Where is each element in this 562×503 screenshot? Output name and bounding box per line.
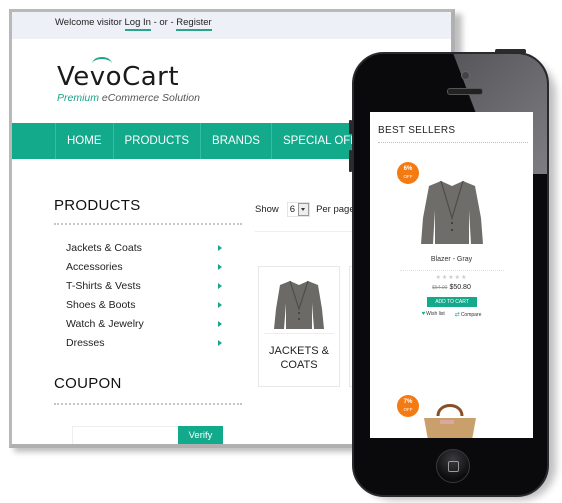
nav-home[interactable]: HOME xyxy=(56,123,114,159)
compare-link[interactable]: ⇄Compare xyxy=(455,311,482,318)
arrow-right-icon xyxy=(218,339,222,346)
phone-screen: BEST SELLERS 6% OFF Blazer - Gray ★★★★★ … xyxy=(370,112,533,438)
coupon-code-input[interactable] xyxy=(72,426,183,444)
login-link[interactable]: Log In xyxy=(124,17,151,31)
category-card-jackets-coats[interactable]: JACKETS & COATS xyxy=(258,266,340,387)
verify-coupon-button[interactable]: Verify xyxy=(178,426,223,444)
category-item-shoes-boots[interactable]: Shoes & Boots xyxy=(66,295,226,314)
product-prices: $54.00 $50.80 xyxy=(370,284,533,291)
wishlist-link[interactable]: ♥Wish list xyxy=(422,311,445,318)
logo-wordmark: VevoCart xyxy=(57,57,180,92)
original-price: $54.00 xyxy=(432,285,448,291)
category-item-watch-jewelry[interactable]: Watch & Jewelry xyxy=(66,314,226,333)
vevocart-logo[interactable]: VevoCart Premium eCommerce Solution xyxy=(57,57,200,104)
arrow-right-icon xyxy=(218,282,222,289)
register-link[interactable]: Register xyxy=(176,17,212,31)
category-item-jackets-coats[interactable]: Jackets & Coats xyxy=(66,238,226,257)
front-camera-icon xyxy=(461,71,470,80)
category-item-dresses[interactable]: Dresses xyxy=(66,333,226,352)
product-name[interactable]: Blazer - Gray xyxy=(370,256,533,263)
add-to-cart-button[interactable]: ADD TO CART xyxy=(427,297,477,307)
or-text: - or - xyxy=(150,17,177,28)
discount-badge: 6% OFF xyxy=(397,162,419,184)
product-divider xyxy=(400,270,504,271)
dropdown-arrow-icon xyxy=(298,203,310,216)
arrow-right-icon xyxy=(218,263,222,270)
best-sellers-divider xyxy=(378,142,528,143)
handbag-image[interactable] xyxy=(420,400,480,438)
arrow-right-icon xyxy=(218,244,222,251)
best-sellers-title: BEST SELLERS xyxy=(378,125,456,136)
phone-home-button[interactable] xyxy=(436,449,470,483)
coupon-title-divider xyxy=(54,403,242,405)
sale-price: $50.80 xyxy=(449,284,471,291)
arrow-right-icon xyxy=(218,320,222,327)
welcome-text: Welcome visitor xyxy=(55,17,122,28)
category-item-tshirts-vests[interactable]: T-Shirts & Vests xyxy=(66,276,226,295)
mobile-phone-frame: BEST SELLERS 6% OFF Blazer - Gray ★★★★★ … xyxy=(352,52,549,497)
discount-badge: 7% OFF xyxy=(397,395,419,417)
logo-tagline: Premium eCommerce Solution xyxy=(57,92,200,104)
top-welcome-bar: Welcome visitor Log In - or - Register xyxy=(12,12,451,39)
product-actions: ♥Wish list ⇄Compare xyxy=(370,311,533,318)
per-page-select[interactable]: 6 xyxy=(286,202,311,217)
products-title-divider xyxy=(54,223,242,225)
nav-products[interactable]: PRODUCTS xyxy=(114,123,202,159)
earpiece-speaker xyxy=(447,88,483,95)
category-card-label: JACKETS & COATS xyxy=(269,345,329,371)
jacket-image xyxy=(274,280,324,329)
per-page-control: Show 6 Per pages xyxy=(255,202,359,217)
card-divider xyxy=(264,333,334,334)
nav-brands[interactable]: BRANDS xyxy=(201,123,272,159)
coupon-title: COUPON xyxy=(54,375,122,392)
products-sidebar-title: PRODUCTS xyxy=(54,197,141,214)
toolbar-divider xyxy=(255,231,365,232)
category-item-accessories[interactable]: Accessories xyxy=(66,257,226,276)
heart-icon: ♥ xyxy=(421,311,426,317)
category-list: Jackets & Coats Accessories T-Shirts & V… xyxy=(66,238,226,352)
shuffle-compare-icon: ⇄ xyxy=(454,312,460,318)
arrow-right-icon xyxy=(218,301,222,308)
logo-swoosh-icon: v xyxy=(89,57,112,92)
blazer-gray-image[interactable] xyxy=(417,178,487,248)
rating-stars: ★★★★★ xyxy=(435,275,468,281)
show-label: Show xyxy=(255,204,279,215)
